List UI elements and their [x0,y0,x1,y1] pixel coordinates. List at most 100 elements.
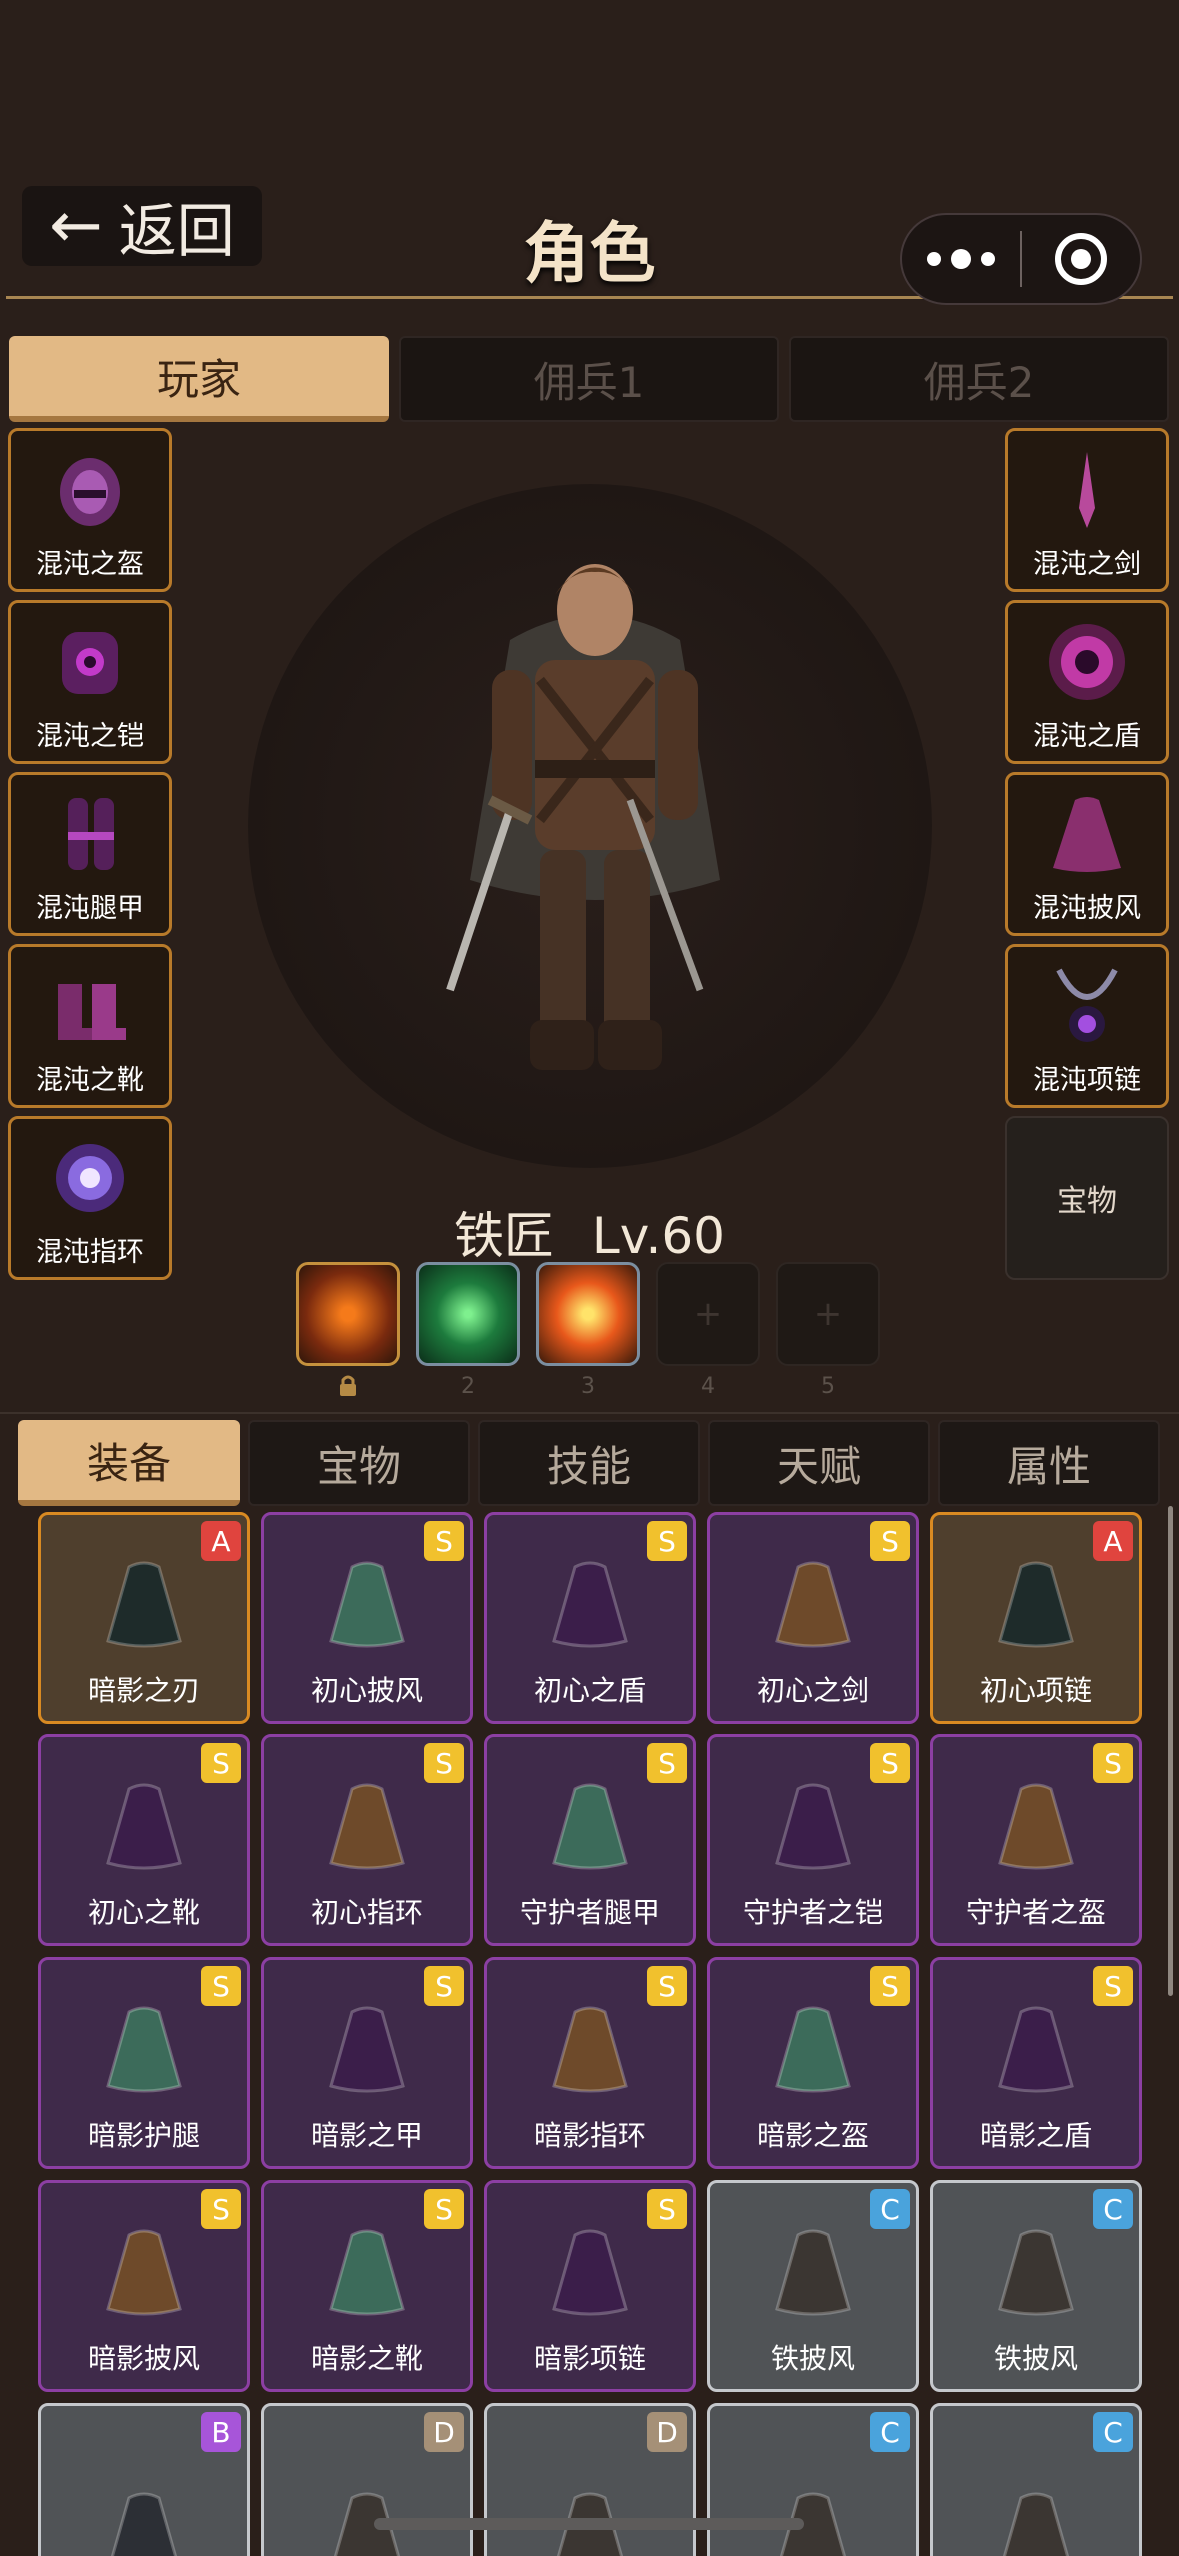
inventory-item[interactable]: S 暗影护腿 [38,1957,250,2169]
inventory-item[interactable]: S 暗影之甲 [261,1957,473,2169]
close-miniprogram-button[interactable] [1022,233,1140,285]
tab-talent[interactable]: 天赋 [708,1420,930,1506]
chaos-boots-icon [58,984,126,1040]
item-icon [1002,2492,1070,2556]
item-label: 暗影护腿 [87,2119,200,2152]
item-icon [998,1561,1074,1648]
equip-slot-armor[interactable]: 混沌之铠 [8,600,172,764]
inventory-scrollbar[interactable] [1168,1506,1173,1996]
plus-icon: + [813,1294,843,1334]
inventory-item[interactable]: S 暗影披风 [38,2180,250,2392]
tab-equipment[interactable]: 装备 [18,1420,240,1506]
inventory-item[interactable]: S 暗影之靴 [261,2180,473,2392]
more-menu-button[interactable] [902,249,1020,269]
tab-treasure[interactable]: 宝物 [248,1420,470,1506]
item-icon [775,1561,851,1648]
skill-number: 5 [821,1374,835,1399]
item-label: 初心披风 [310,1674,423,1707]
item-icon [998,1783,1074,1870]
inventory-item[interactable]: S 暗影项链 [484,2180,696,2392]
equip-slot-helmet[interactable]: 混沌之盔 [8,428,172,592]
slot-label: 混沌之铠 [36,721,144,752]
equip-slot-ring[interactable]: 混沌指环 [8,1116,172,1280]
inventory-item[interactable]: C 铁披风 [707,2180,919,2392]
item-icon [329,1783,405,1870]
inventory-item[interactable]: S 初心之盾 [484,1512,696,1724]
inventory-item[interactable]: A 初心项链 [930,1512,1142,1724]
item-label: 暗影之甲 [310,2119,423,2152]
item-label: 初心之盾 [533,1674,646,1707]
hero-name: 铁匠 [454,1207,554,1265]
item-icon [329,2229,405,2316]
slot-label: 混沌指环 [36,1237,144,1268]
inventory-item[interactable]: D [261,2403,473,2556]
equip-slot-sword[interactable]: 混沌之剑 [1005,428,1169,592]
inventory-item[interactable]: C 铁披风 [930,2180,1142,2392]
tab-skills[interactable]: 技能 [478,1420,700,1506]
chaos-ring-icon [56,1144,124,1212]
inventory-item[interactable]: S 初心之剑 [707,1512,919,1724]
item-label: 暗影披风 [87,2342,200,2375]
item-icon [329,1561,405,1648]
inventory-item[interactable]: S 暗影之盔 [707,1957,919,2169]
item-label: 守护者之铠 [742,1896,883,1929]
inventory-item[interactable]: S 初心指环 [261,1734,473,1946]
item-label: 守护者之盔 [965,1896,1106,1929]
grade-badge: S [647,1966,687,2006]
equip-slot-necklace[interactable]: 混沌项链 [1005,944,1169,1108]
item-label: 初心之靴 [87,1896,200,1929]
equip-slot-leggings[interactable]: 混沌腿甲 [8,772,172,936]
inventory-item[interactable]: C [707,2403,919,2556]
inventory-item[interactable]: S 初心之靴 [38,1734,250,1946]
tab-mercenary-2[interactable]: 佣兵2 [789,336,1169,422]
equip-slot-treasure[interactable]: 宝物 [1005,1116,1169,1280]
hero-name-level: 铁匠 Lv.60 [0,1196,1179,1268]
grade-badge: A [201,1521,241,1561]
item-label: 初心之剑 [756,1674,869,1707]
grade-badge: S [1093,1966,1133,2006]
inventory-item[interactable]: C [930,2403,1142,2556]
item-icon [106,2229,182,2316]
item-icon [106,1783,182,1870]
grade-badge: D [647,2412,687,2452]
skill-slot-5[interactable]: + [776,1262,880,1366]
item-icon [552,1783,628,1870]
item-label: 暗影项链 [533,2342,646,2375]
target-dot [1070,249,1091,269]
inventory-item[interactable]: S 守护者之盔 [930,1734,1142,1946]
grade-badge: C [1093,2412,1133,2452]
item-label: 铁披风 [993,2342,1078,2375]
equip-slot-boots[interactable]: 混沌之靴 [8,944,172,1108]
item-icon [110,2492,178,2556]
grade-badge: C [1093,2189,1133,2229]
inventory-item[interactable]: B [38,2403,250,2556]
miniprogram-capsule [900,213,1142,305]
grade-badge: S [870,1966,910,2006]
skill-slot-3[interactable] [536,1262,640,1366]
inventory-item[interactable]: D [484,2403,696,2556]
tab-player[interactable]: 玩家 [9,336,389,422]
grade-badge: S [201,1966,241,2006]
more-dot-right [981,252,995,266]
item-label: 守护者腿甲 [519,1896,660,1929]
equip-slot-shield[interactable]: 混沌之盾 [1005,600,1169,764]
skill-slot-2[interactable] [416,1262,520,1366]
chaos-cloak-icon [1053,797,1121,872]
inventory-item[interactable]: A 暗影之刃 [38,1512,250,1724]
inventory-item[interactable]: S 初心披风 [261,1512,473,1724]
skill-number: 4 [701,1374,715,1399]
grade-badge: S [424,2189,464,2229]
skill-slot-4[interactable]: + [656,1262,760,1366]
skill-number: 2 [461,1374,475,1399]
inventory-item[interactable]: S 守护者之铠 [707,1734,919,1946]
slot-label: 宝物 [1057,1184,1117,1219]
inventory-item[interactable]: S 守护者腿甲 [484,1734,696,1946]
tab-attributes[interactable]: 属性 [938,1420,1160,1506]
skill-slot-1[interactable] [296,1262,400,1366]
item-label: 暗影之靴 [310,2342,423,2375]
equip-slot-cloak[interactable]: 混沌披风 [1005,772,1169,936]
inventory-item[interactable]: S 暗影指环 [484,1957,696,2169]
inventory-item[interactable]: S 暗影之盾 [930,1957,1142,2169]
plus-icon: + [693,1294,723,1334]
tab-mercenary-1[interactable]: 佣兵1 [399,336,779,422]
